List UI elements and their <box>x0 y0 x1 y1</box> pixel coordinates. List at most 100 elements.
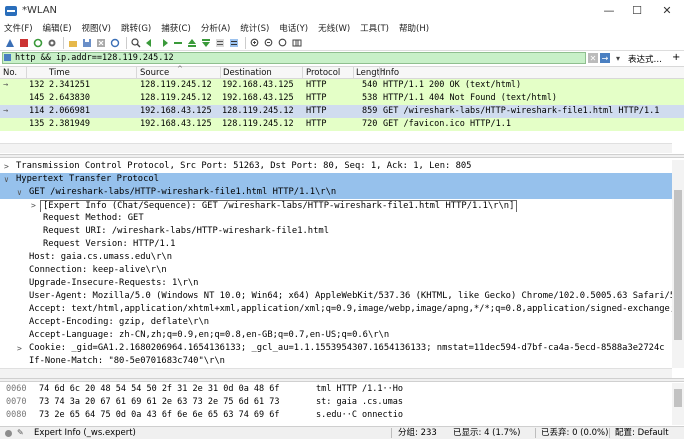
menu-wireless[interactable]: 无线(W) <box>318 22 350 34</box>
go-forward-icon[interactable] <box>158 37 170 49</box>
expert-info-status-icon[interactable] <box>5 430 12 437</box>
apply-filter-icon[interactable]: → <box>600 53 610 63</box>
packet-row[interactable]: 135 2.381949 192.168.43.125 128.119.245.… <box>0 118 684 131</box>
expression-button[interactable]: 表达式… <box>628 53 662 65</box>
menu-statistics[interactable]: 统计(S) <box>240 22 269 34</box>
detail-line-request-line[interactable]: ∨ GET /wireshark-labs/HTTP-wireshark-fil… <box>0 186 672 199</box>
clear-filter-icon[interactable]: ✕ <box>588 53 598 63</box>
expand-arrow-icon[interactable]: > <box>31 199 36 212</box>
menu-tools[interactable]: 工具(T) <box>360 22 389 34</box>
edit-comment-icon[interactable]: ✎ <box>17 427 24 439</box>
close-file-icon[interactable] <box>95 37 107 49</box>
toolbar-divider <box>245 36 246 49</box>
detail-line[interactable]: Accept-Encoding: gzip, deflate\r\n <box>0 316 672 329</box>
close-button[interactable]: ✕ <box>652 0 682 21</box>
zoom-out-icon[interactable] <box>263 37 275 49</box>
detail-line-expert-info[interactable]: > [Expert Info (Chat/Sequence): GET /wir… <box>0 199 672 212</box>
bytes-line[interactable]: 0070 73 74 3a 20 67 61 69 61 2e 63 73 2e… <box>0 396 672 408</box>
packet-time: 2.066981 <box>49 106 90 116</box>
details-hscrollbar[interactable] <box>0 368 672 378</box>
auto-scroll-icon[interactable] <box>214 37 226 49</box>
collapse-arrow-icon[interactable]: ∨ <box>4 173 9 186</box>
scrollbar-thumb[interactable] <box>674 190 682 340</box>
expand-arrow-icon[interactable]: > <box>4 160 9 173</box>
zoom-in-icon[interactable] <box>249 37 261 49</box>
profile-selector[interactable]: 配置: Default <box>615 427 669 439</box>
first-packet-icon[interactable] <box>186 37 198 49</box>
column-no[interactable]: No. <box>3 68 17 78</box>
packets-count: 分组: 233 <box>398 428 437 438</box>
find-packet-icon[interactable] <box>130 37 142 49</box>
column-time[interactable]: Time <box>49 68 70 78</box>
zoom-reset-icon[interactable] <box>277 37 289 49</box>
bookmark-icon[interactable] <box>4 54 11 61</box>
last-packet-icon[interactable] <box>200 37 212 49</box>
minimize-button[interactable]: — <box>594 0 624 21</box>
detail-line[interactable]: Accept-Language: zh-CN,zh;q=0.9,en;q=0.8… <box>0 329 672 342</box>
menu-capture[interactable]: 捕获(C) <box>161 22 191 34</box>
bytes-line[interactable]: 0080 73 2e 65 64 75 0d 0a 43 6f 6e 6e 65… <box>0 409 672 421</box>
details-vscrollbar[interactable] <box>672 160 684 368</box>
column-source[interactable]: Source <box>140 68 169 78</box>
menu-edit[interactable]: 编辑(E) <box>43 22 72 34</box>
add-filter-button[interactable]: + <box>672 52 680 63</box>
colorize-icon[interactable] <box>228 37 240 49</box>
reload-file-icon[interactable] <box>109 37 121 49</box>
restart-capture-icon[interactable] <box>32 37 44 49</box>
scrollbar-thumb[interactable] <box>674 389 682 407</box>
expand-arrow-icon[interactable]: > <box>17 342 22 355</box>
detail-line[interactable]: Request Method: GET <box>0 212 672 225</box>
detail-line[interactable]: Request Version: HTTP/1.1 <box>0 238 672 251</box>
menu-file[interactable]: 文件(F) <box>4 22 33 34</box>
column-length[interactable]: Length <box>356 68 385 78</box>
column-divider <box>220 67 221 79</box>
packet-list-hscrollbar[interactable] <box>0 143 672 153</box>
packet-protocol: HTTP <box>306 93 327 103</box>
pane-splitter[interactable] <box>0 154 684 158</box>
start-capture-icon[interactable] <box>4 37 16 49</box>
detail-line-cookie[interactable]: > Cookie: _gid=GA1.2.1680206964.16541361… <box>0 342 672 355</box>
detail-line[interactable]: Connection: keep-alive\r\n <box>0 264 672 277</box>
bytes-vscrollbar[interactable] <box>672 383 684 425</box>
detail-line[interactable]: Upgrade-Insecure-Requests: 1\r\n <box>0 277 672 290</box>
detail-text: Request Version: HTTP/1.1 <box>43 239 176 249</box>
menu-analyze[interactable]: 分析(A) <box>201 22 230 34</box>
menu-help[interactable]: 帮助(H) <box>399 22 429 34</box>
detail-text: Connection: keep-alive\r\n <box>29 265 167 275</box>
detail-line[interactable]: If-None-Match: "80-5e0701683c740"\r\n <box>0 355 672 368</box>
go-back-icon[interactable] <box>144 37 156 49</box>
detail-line[interactable]: User-Agent: Mozilla/5.0 (Windows NT 10.0… <box>0 290 672 303</box>
detail-line-tcp[interactable]: > Transmission Control Protocol, Src Por… <box>0 160 672 173</box>
bytes-hex: 74 6d 6c 20 48 54 54 50 2f 31 2e 31 0d 0… <box>39 384 280 394</box>
detail-text: Request Method: GET <box>43 213 144 223</box>
collapse-arrow-icon[interactable]: ∨ <box>17 186 22 199</box>
column-destination[interactable]: Destination <box>223 68 272 78</box>
column-info[interactable]: Info <box>383 68 399 78</box>
detail-line[interactable]: Request URI: /wireshark-labs/HTTP-wiresh… <box>0 225 672 238</box>
detail-line[interactable]: Host: gaia.cs.umass.edu\r\n <box>0 251 672 264</box>
detail-line-http[interactable]: ∨ Hypertext Transfer Protocol <box>0 173 672 186</box>
go-to-packet-icon[interactable] <box>172 37 184 49</box>
stop-capture-icon[interactable] <box>18 37 30 49</box>
dropped-count: 已丢弃: 0 (0.0%) <box>541 428 609 438</box>
main-toolbar <box>0 35 684 51</box>
detail-line[interactable]: Accept: text/html,application/xhtml+xml,… <box>0 303 672 316</box>
menu-go[interactable]: 跳转(G) <box>121 22 151 34</box>
resize-columns-icon[interactable] <box>291 37 303 49</box>
column-protocol[interactable]: Protocol <box>306 68 340 78</box>
packet-row-selected[interactable]: → 114 2.066981 192.168.43.125 128.119.24… <box>0 105 684 118</box>
menu-view[interactable]: 视图(V) <box>82 22 111 34</box>
open-file-icon[interactable] <box>67 37 79 49</box>
maximize-button[interactable]: ☐ <box>622 0 652 21</box>
packet-row[interactable]: 145 2.643830 128.119.245.12 192.168.43.1… <box>0 92 684 105</box>
pane-splitter[interactable] <box>0 378 684 382</box>
filter-history-dropdown-icon[interactable]: ▾ <box>613 53 623 63</box>
packet-row[interactable]: → 132 2.341251 128.119.245.12 192.168.43… <box>0 79 684 92</box>
display-filter-input[interactable]: http && ip.addr==128.119.245.12 <box>2 52 586 64</box>
bytes-offset: 0060 <box>6 384 27 394</box>
menu-telephony[interactable]: 电话(Y) <box>279 22 308 34</box>
bytes-line[interactable]: 0060 74 6d 6c 20 48 54 54 50 2f 31 2e 31… <box>0 383 672 395</box>
capture-options-gear-icon[interactable] <box>46 37 58 49</box>
save-file-icon[interactable] <box>81 37 93 49</box>
column-divider <box>353 67 354 79</box>
